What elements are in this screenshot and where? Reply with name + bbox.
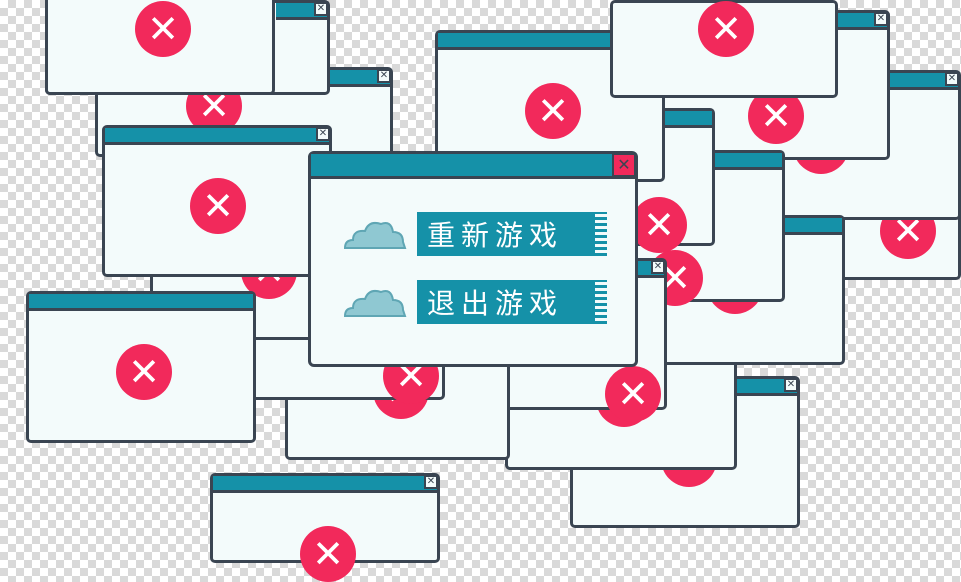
error-popup-window: ✕ ✕: [210, 473, 440, 582]
title-bar: [29, 294, 253, 311]
error-icon: ✕: [190, 178, 246, 234]
error-icon: ✕: [698, 1, 754, 57]
close-button[interactable]: ✕: [945, 72, 959, 86]
menu-item-restart: 重新游戏: [341, 210, 611, 260]
error-popup-window: ✕: [26, 291, 256, 443]
title-bar: [213, 476, 437, 493]
close-button[interactable]: ✕: [377, 69, 391, 83]
error-icon: ✕: [631, 197, 687, 253]
error-icon: ✕: [135, 1, 191, 57]
close-button[interactable]: ✕: [316, 127, 330, 141]
error-popup-window: ✕ ✕: [102, 125, 332, 277]
title-bar: [105, 128, 329, 145]
restart-game-button[interactable]: 重新游戏: [417, 212, 607, 256]
close-button[interactable]: ✕: [651, 260, 665, 274]
error-icon: ✕: [605, 366, 661, 422]
cloud-icon: [343, 289, 407, 317]
error-popup-window: ✕: [610, 0, 838, 98]
quit-game-button[interactable]: 退出游戏: [417, 280, 607, 324]
game-scene: ✕ ✕ ✕ ✕ ✕ ✕ ✕ ✕ ✕ ✕ ✕ ✕ ✕ ✕ ✕ ✕ ✕ ✕ ✕ ✕ …: [0, 0, 961, 582]
main-menu-dialog: ✕ 重新游戏 退出游戏: [308, 151, 638, 367]
error-icon: ✕: [525, 83, 581, 139]
dialog-title-bar: [311, 154, 635, 179]
error-icon: ✕: [116, 344, 172, 400]
error-popup-window: ✕: [45, 0, 275, 95]
dialog-close-button[interactable]: ✕: [612, 153, 636, 177]
cloud-icon: [343, 221, 407, 249]
close-button[interactable]: ✕: [874, 12, 888, 26]
menu-item-quit: 退出游戏: [341, 278, 611, 328]
close-button[interactable]: ✕: [424, 475, 438, 489]
close-button[interactable]: ✕: [784, 378, 798, 392]
close-button[interactable]: ✕: [314, 2, 328, 16]
error-icon: ✕: [300, 526, 356, 582]
